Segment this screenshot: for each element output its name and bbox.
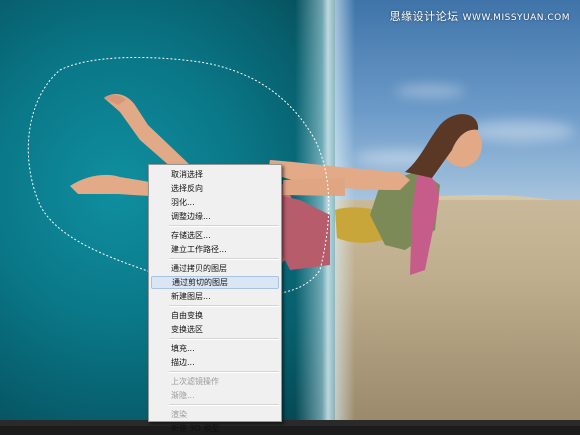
status-bar (0, 420, 580, 426)
menu-separator (169, 225, 279, 227)
menu-item[interactable]: 填充... (151, 342, 279, 355)
menu-item[interactable]: 建立工作路径... (151, 243, 279, 256)
menu-item[interactable]: 取消选择 (151, 168, 279, 181)
menu-item[interactable]: 新建 3D 模型 (151, 422, 279, 435)
menu-item[interactable]: 新建图层... (151, 290, 279, 303)
menu-item[interactable]: 通过剪切的图层 (151, 276, 279, 289)
menu-item[interactable]: 调整边缘... (151, 210, 279, 223)
watermark: 思缘设计论坛 WWW.MISSYUAN.COM (390, 8, 570, 24)
menu-separator (169, 371, 279, 373)
menu-separator (169, 305, 279, 307)
menu-item[interactable]: 变换选区 (151, 323, 279, 336)
menu-item: 上次滤镜操作 (171, 377, 219, 386)
menu-item[interactable]: 存储选区... (151, 229, 279, 242)
menu-separator (169, 404, 279, 406)
menu-separator (169, 338, 279, 340)
selection-marquee (27, 56, 330, 296)
watermark-site: WWW.MISSYUAN.COM (462, 13, 570, 23)
menu-item: 渐隐... (171, 391, 195, 400)
context-menu: 取消选择 选择反向 羽化... 调整边缘... 存储选区... 建立工作路径... 通过拷贝… (148, 164, 282, 433)
menu-item[interactable]: 选择反向 (151, 182, 279, 195)
menu-item[interactable]: 自由变换 (151, 309, 279, 322)
watermark-text: 思缘设计论坛 (389, 10, 459, 23)
photo-canvas[interactable]: 思缘设计论坛 WWW.MISSYUAN.COM (0, 0, 580, 420)
menu-item[interactable]: 通过拷贝的图层 (151, 262, 279, 275)
menu-item[interactable]: 羽化... (151, 196, 279, 209)
menu-item[interactable]: 描边... (151, 356, 279, 369)
menu-separator (169, 258, 279, 260)
menu-item: 渲染 (171, 410, 187, 419)
